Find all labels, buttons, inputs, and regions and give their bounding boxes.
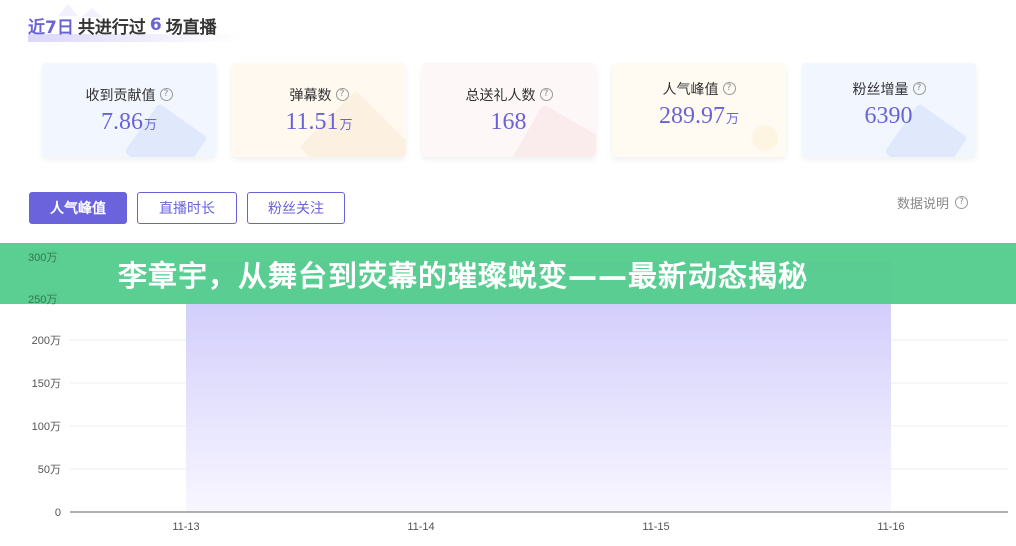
stat-value: 6390 xyxy=(865,103,914,130)
question-circle-icon: ? xyxy=(955,195,968,209)
stat-card-gifters: 总送礼人数 ? 168 xyxy=(422,63,596,157)
headline-text: 李章宇，从舞台到荧幕的璀璨蜕变——最新动态揭秘 xyxy=(118,258,809,293)
page-title: 近7日 共进行过 6 场直播 xyxy=(28,10,217,40)
y-tick-label: 150万 xyxy=(32,378,61,390)
x-tick-label: 11-14 xyxy=(407,521,434,533)
stat-value-number: 7.86 xyxy=(100,108,143,135)
stat-card-contribution: 收到贡献值 ? 7.86 万 xyxy=(42,63,216,157)
stat-value-unit: 万 xyxy=(143,116,157,132)
stat-value: 168 xyxy=(491,109,528,136)
stat-card-danmaku: 弹幕数 ? 11.51 万 xyxy=(232,63,406,157)
question-circle-icon[interactable]: ? xyxy=(335,88,349,101)
title-count: 6 xyxy=(149,15,162,35)
metric-tabs: 人气峰值 直播时长 粉丝关注 xyxy=(29,192,345,224)
y-tick-label: 0 xyxy=(55,507,61,519)
stat-label: 总送礼人数 ? xyxy=(466,85,553,105)
stat-value-number: 6390 xyxy=(864,102,913,129)
y-tick-label: 50万 xyxy=(38,464,61,476)
x-tick-label: 11-16 xyxy=(877,521,904,533)
stat-value: 289.97 万 xyxy=(659,103,739,130)
stat-value: 7.86 万 xyxy=(101,109,157,136)
stat-cards: 收到贡献值 ? 7.86 万 弹幕数 ? 11.51 万 总送礼人数 ? 168 xyxy=(42,63,976,157)
question-circle-icon[interactable]: ? xyxy=(722,82,736,95)
tab-peak-popularity[interactable]: 人气峰值 xyxy=(29,192,127,224)
data-explain-label: 数据说明 xyxy=(896,196,949,212)
title-suffix: 场直播 xyxy=(165,17,217,38)
stat-label-text: 人气峰值 xyxy=(662,81,719,98)
stat-label-text: 弹幕数 xyxy=(289,87,332,104)
stat-label-text: 粉丝增量 xyxy=(852,81,909,98)
stat-card-fan-growth: 粉丝增量 ? 6390 xyxy=(802,63,976,157)
data-explain-link[interactable]: 数据说明 ? xyxy=(896,193,968,212)
question-circle-icon[interactable]: ? xyxy=(159,88,173,101)
stat-label: 弹幕数 ? xyxy=(290,85,349,105)
stat-card-peak-popularity: 人气峰值 ? 289.97 万 xyxy=(612,63,786,157)
question-circle-icon[interactable]: ? xyxy=(912,82,926,95)
x-tick-label: 11-13 xyxy=(172,521,199,533)
stat-label: 粉丝增量 ? xyxy=(853,79,926,99)
title-middle: 共进行过 xyxy=(77,17,146,38)
stat-value-unit: 万 xyxy=(339,116,353,132)
title-period: 近7日 xyxy=(28,17,74,38)
stat-value-number: 168 xyxy=(490,108,527,135)
tab-live-duration[interactable]: 直播时长 xyxy=(137,192,237,224)
tab-fan-follows[interactable]: 粉丝关注 xyxy=(247,192,345,224)
stat-value-unit: 万 xyxy=(725,110,739,126)
stat-value-number: 11.51 xyxy=(285,108,339,135)
x-tick-label: 11-15 xyxy=(642,521,669,533)
y-tick-label: 100万 xyxy=(32,421,61,433)
stat-value: 11.51 万 xyxy=(285,109,352,136)
question-circle-icon[interactable]: ? xyxy=(539,88,553,101)
stat-label-text: 总送礼人数 xyxy=(465,87,536,104)
stat-label: 收到贡献值 ? xyxy=(86,85,173,105)
card-decoration xyxy=(752,125,778,151)
y-tick-label: 200万 xyxy=(32,335,61,347)
stat-label: 人气峰值 ? xyxy=(663,79,736,99)
stat-label-text: 收到贡献值 xyxy=(85,87,156,104)
stat-value-number: 289.97 xyxy=(658,102,725,129)
headline-banner: 李章宇，从舞台到荧幕的璀璨蜕变——最新动态揭秘 xyxy=(0,243,1016,304)
